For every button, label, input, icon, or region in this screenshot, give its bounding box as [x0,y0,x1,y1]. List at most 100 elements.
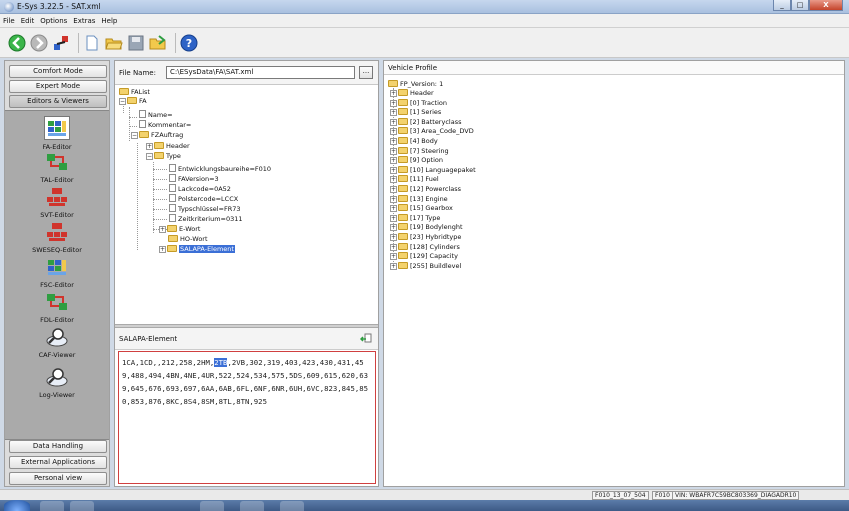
profile-tree-item[interactable]: + [129] Capacity [390,252,458,261]
tree-node-e-wort[interactable]: + E-Wort [159,225,200,234]
tree-node-type[interactable]: − Type [146,152,181,161]
log-viewer-tool[interactable]: Log-Viewer [5,366,109,399]
profile-tree-item[interactable]: + [10] Languagepaket [390,165,476,175]
profile-tree-item[interactable]: + [2] Batteryclass [390,117,461,127]
open-icon[interactable] [149,34,167,52]
tree-node-typschluessel[interactable]: Typschlüssel=FR73 [169,204,241,213]
collapse-icon[interactable]: − [146,153,153,160]
tree-node-faversion[interactable]: FAVersion=3 [169,174,219,183]
expand-icon[interactable]: + [159,246,166,253]
back-icon[interactable] [8,34,26,52]
profile-tree-item[interactable]: + [0] Traction [390,98,447,108]
menu-edit[interactable]: Edit [21,17,35,25]
sweseq-editor-tool[interactable]: SWESEQ-Editor [5,221,109,254]
expand-icon[interactable]: + [390,224,397,232]
expand-icon[interactable]: + [390,128,397,136]
open-folder-icon[interactable] [105,34,123,52]
expand-icon[interactable]: + [390,262,397,270]
profile-tree-item[interactable]: + [12] Powerclass [390,185,461,194]
profile-tree-item[interactable]: + [17] Type [390,213,440,223]
expand-icon[interactable]: + [390,157,397,165]
tree-node-lackcode[interactable]: Lackcode=0A52 [169,184,231,193]
salapa-textarea[interactable]: 1CA,1CD,,212,258,2HM,2TB,2VB,302,319,403… [118,351,376,484]
expand-icon[interactable]: + [159,226,166,233]
expand-icon[interactable]: + [390,118,397,126]
expand-icon[interactable]: + [390,138,397,145]
tree-node-ho-wort[interactable]: HO-Wort [168,235,208,244]
tree-node-fa[interactable]: − FA [119,97,147,106]
expand-icon[interactable]: + [146,143,153,150]
profile-tree-item[interactable]: + [128] Cylinders [390,242,460,252]
expand-icon[interactable]: + [390,166,397,174]
expand-icon[interactable]: + [390,186,397,193]
fa-editor-tool[interactable]: FA-Editor [5,116,109,151]
profile-tree-item[interactable]: + [11] Fuel [390,175,439,184]
tree-node-falist[interactable]: FAList [119,88,150,97]
help-icon[interactable]: ? [180,34,198,52]
profile-tree-item[interactable]: + [23] Hybridtype [390,233,461,242]
tree-node-fp-version[interactable]: FP_Version: 1 [388,80,443,89]
fdl-editor-tool[interactable]: FDL-Editor [5,291,109,324]
profile-tree-item[interactable]: + [4] Body [390,137,438,146]
tal-editor-tool[interactable]: TAL-Editor [5,151,109,184]
tree-node-name[interactable]: Name= [139,110,173,119]
svt-editor-tool[interactable]: SVT-Editor [5,186,109,219]
profile-tree-item[interactable]: + [255] Buildlevel [390,261,461,271]
tree-node-salapa-element[interactable]: + SALAPA-Element [159,245,235,254]
menu-options[interactable]: Options [40,17,67,25]
expand-icon[interactable]: + [390,90,397,97]
caf-viewer-tool[interactable]: CAF-Viewer [5,326,109,359]
comfort-mode-button[interactable]: Comfort Mode [9,65,107,78]
tree-node-zeitkriterium[interactable]: Zeitkriterium=0311 [169,214,243,223]
expand-icon[interactable]: + [390,214,397,222]
tree-node-fzauftrag[interactable]: − FZAuftrag [131,131,183,140]
connect-icon[interactable] [52,34,70,52]
save-icon[interactable] [127,34,145,52]
data-handling-button[interactable]: Data Handling [9,440,107,453]
forward-icon[interactable] [30,34,48,52]
expand-icon[interactable]: + [390,147,397,155]
profile-tree-item[interactable]: + [15] Gearbox [390,204,453,213]
profile-tree-item[interactable]: + [7] Steering [390,146,449,156]
expand-icon[interactable]: + [390,205,397,213]
tree-node-kommentar[interactable]: Kommentar= [139,120,191,129]
taskbar-app-button[interactable] [70,501,94,511]
collapse-icon[interactable]: − [131,132,138,139]
start-icon[interactable] [4,500,30,511]
collapse-icon[interactable]: − [119,98,126,105]
maximize-button[interactable]: □ [791,0,809,11]
taskbar-app-button[interactable] [280,501,304,511]
editors-viewers-button[interactable]: Editors & Viewers [9,95,107,108]
fsc-editor-tool[interactable]: FSC-Editor [5,256,109,289]
menu-file[interactable]: File [3,17,15,25]
taskbar-app-button[interactable] [200,501,224,511]
menu-help[interactable]: Help [101,17,117,25]
tree-node-polstercode[interactable]: Polstercode=LCCX [169,194,238,203]
profile-tree-item[interactable]: + Header [390,89,434,98]
expand-icon[interactable]: + [390,253,397,261]
expand-icon[interactable]: + [390,195,397,203]
expand-icon[interactable]: + [390,99,397,107]
profile-tree-item[interactable]: + [19] Bodylenght [390,223,463,232]
expand-icon[interactable]: + [390,234,397,241]
external-applications-button[interactable]: External Applications [9,456,107,469]
expand-icon[interactable]: + [390,243,397,251]
profile-tree-item[interactable]: + [1] Series [390,108,441,117]
profile-tree-item[interactable]: + [9] Option [390,156,443,165]
minimize-button[interactable]: _ [773,0,791,11]
close-button[interactable]: X [809,0,843,11]
apply-icon[interactable] [359,333,372,344]
expert-mode-button[interactable]: Expert Mode [9,80,107,93]
profile-tree-item[interactable]: + [13] Engine [390,194,448,204]
taskbar-app-button[interactable] [40,501,64,511]
tree-node-entwicklungsbaureihe[interactable]: Entwicklungsbaureihe=F010 [169,164,271,173]
expand-icon[interactable]: + [390,176,397,184]
browse-button[interactable]: ... [359,66,373,79]
new-file-icon[interactable] [83,34,101,52]
file-name-input[interactable]: C:\ESysData\FA\SAT.xml [166,66,355,79]
personal-view-button[interactable]: Personal view [9,472,107,485]
tree-node-header[interactable]: + Header [146,142,190,151]
expand-icon[interactable]: + [390,109,397,117]
menu-extras[interactable]: Extras [73,17,95,25]
taskbar-app-button[interactable] [240,501,264,511]
